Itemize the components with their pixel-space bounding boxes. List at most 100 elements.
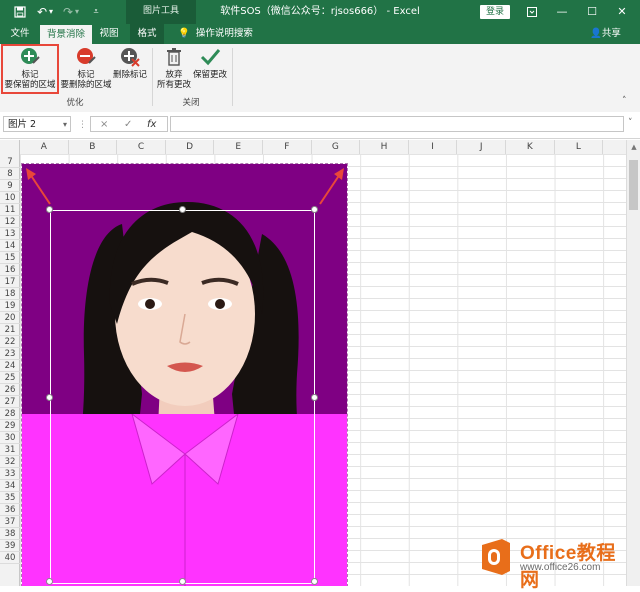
resize-handle[interactable]	[311, 394, 318, 401]
row-header[interactable]: 7	[0, 156, 20, 168]
resize-handle[interactable]	[46, 394, 53, 401]
minus-circle-pencil-icon	[77, 48, 96, 64]
row-header[interactable]: 24	[0, 360, 20, 372]
formula-bar: 图片 2 ▾ ⋮ × ✓ fx ˅	[0, 112, 640, 139]
mark-areas-to-keep-button[interactable]: 标记 要保留的区域	[1, 44, 59, 94]
row-header[interactable]: 17	[0, 276, 20, 288]
watermark: Office教程网 www.office26.com	[476, 534, 632, 591]
row-header[interactable]: 33	[0, 468, 20, 480]
column-header[interactable]: G	[312, 140, 361, 154]
tab-file[interactable]: 文件	[4, 24, 36, 44]
row-header[interactable]: 32	[0, 456, 20, 468]
row-header[interactable]: 25	[0, 372, 20, 384]
column-header[interactable]: C	[117, 140, 166, 154]
row-header[interactable]: 14	[0, 240, 20, 252]
annotation-arrows	[26, 168, 344, 205]
row-header[interactable]: 26	[0, 384, 20, 396]
row-header[interactable]: 18	[0, 288, 20, 300]
share-button[interactable]: 👤共享	[590, 24, 621, 44]
row-header[interactable]: 11	[0, 204, 20, 216]
plus-circle-pencil-icon	[21, 48, 40, 64]
resize-handle[interactable]	[46, 578, 53, 585]
discard-line2: 所有更改	[156, 80, 191, 90]
column-header[interactable]: K	[506, 140, 555, 154]
group-separator	[152, 48, 153, 106]
column-header[interactable]: D	[166, 140, 215, 154]
mark-keep-line1: 标记	[21, 70, 39, 80]
row-header[interactable]: 36	[0, 504, 20, 516]
row-header[interactable]: 12	[0, 216, 20, 228]
tell-me-search[interactable]: 💡 操作说明搜索	[178, 24, 253, 44]
group-close-label: 关闭	[182, 98, 200, 108]
insert-function-icon[interactable]: fx	[147, 117, 156, 133]
cancel-icon[interactable]: ×	[100, 117, 108, 133]
row-header[interactable]: 20	[0, 312, 20, 324]
minimize-icon[interactable]: —	[548, 0, 576, 24]
column-header[interactable]: A	[20, 140, 69, 154]
mark-areas-to-remove-button[interactable]: 标记 要删除的区域	[58, 46, 114, 90]
row-header[interactable]: 16	[0, 264, 20, 276]
collapse-ribbon-icon[interactable]: ˄	[622, 96, 627, 106]
scroll-thumb[interactable]	[629, 160, 638, 210]
row-header[interactable]: 10	[0, 192, 20, 204]
maximize-icon[interactable]: ☐	[578, 0, 606, 24]
column-header[interactable]: L	[555, 140, 604, 154]
select-all-corner[interactable]	[0, 140, 20, 154]
row-header[interactable]: 31	[0, 444, 20, 456]
column-header[interactable]: B	[69, 140, 118, 154]
scroll-up-icon[interactable]: ▲	[629, 142, 639, 152]
row-header[interactable]: 30	[0, 432, 20, 444]
delete-mark-icon	[121, 48, 140, 67]
row-header[interactable]: 39	[0, 540, 20, 552]
row-header[interactable]: 34	[0, 480, 20, 492]
row-header[interactable]: 35	[0, 492, 20, 504]
row-header[interactable]: 40	[0, 552, 20, 564]
row-header[interactable]: 27	[0, 396, 20, 408]
row-header[interactable]: 38	[0, 528, 20, 540]
resize-handle[interactable]	[311, 578, 318, 585]
delete-mark-button[interactable]: 删除标记	[112, 46, 148, 80]
background-selection-rect[interactable]	[50, 210, 315, 584]
chevron-down-icon[interactable]: ▾	[63, 117, 67, 133]
row-header[interactable]: 37	[0, 516, 20, 528]
column-header[interactable]: E	[214, 140, 263, 154]
keep-changes-label: 保留更改	[192, 70, 227, 80]
row-header[interactable]: 21	[0, 324, 20, 336]
picture-object[interactable]	[21, 163, 348, 586]
row-header[interactable]: 29	[0, 420, 20, 432]
column-header[interactable]: H	[360, 140, 409, 154]
mark-remove-line1: 标记	[77, 70, 95, 80]
formula-bar-divider-icon: ⋮	[78, 120, 87, 130]
row-header[interactable]: 9	[0, 180, 20, 192]
tab-remove-background[interactable]: 背景消除	[40, 25, 92, 44]
expand-formula-bar-icon[interactable]: ˅	[628, 118, 633, 128]
column-header[interactable]: J	[457, 140, 506, 154]
watermark-url: www.office26.com	[520, 562, 601, 573]
vertical-scrollbar[interactable]: ▲	[626, 140, 640, 586]
discard-all-changes-button[interactable]: 放弃 所有更改	[156, 46, 192, 90]
row-header[interactable]: 23	[0, 348, 20, 360]
formula-input[interactable]	[170, 116, 624, 132]
row-header[interactable]: 15	[0, 252, 20, 264]
row-header[interactable]: 8	[0, 168, 20, 180]
enter-icon[interactable]: ✓	[124, 117, 132, 133]
tab-view[interactable]: 视图	[94, 24, 124, 44]
group-optimize-label: 优化	[66, 98, 84, 108]
column-header[interactable]: I	[409, 140, 458, 154]
column-header[interactable]: F	[263, 140, 312, 154]
keep-changes-button[interactable]: 保留更改	[192, 46, 228, 80]
checkmark-icon	[200, 49, 221, 66]
person-icon: 👤	[590, 28, 602, 39]
row-header[interactable]: 19	[0, 300, 20, 312]
row-header[interactable]: 22	[0, 336, 20, 348]
login-button[interactable]: 登录	[480, 5, 510, 19]
row-header[interactable]: 28	[0, 408, 20, 420]
resize-handle[interactable]	[179, 578, 186, 585]
worksheet-grid[interactable]: A B C D E F G H I J K L 7 8 9 10 11 12 13 14 15 1…	[0, 140, 626, 586]
ribbon-display-options-icon[interactable]	[518, 0, 546, 24]
mark-remove-line2: 要删除的区域	[60, 80, 112, 90]
tab-format[interactable]: 格式	[130, 24, 164, 44]
close-icon[interactable]: ✕	[608, 0, 636, 24]
row-header[interactable]: 13	[0, 228, 20, 240]
name-box[interactable]: 图片 2 ▾	[3, 116, 71, 132]
